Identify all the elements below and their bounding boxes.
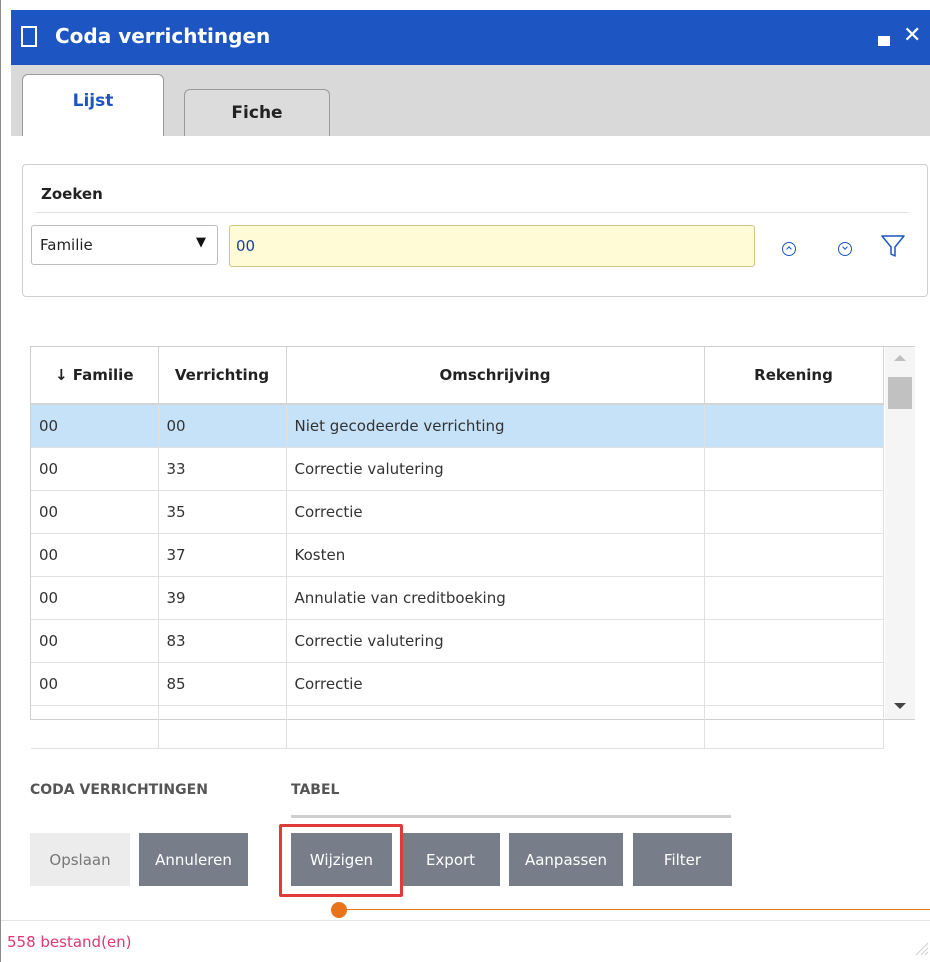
previous-result-icon[interactable] xyxy=(782,242,796,256)
cell-omschrijving: Correctie xyxy=(286,662,705,706)
cell-rekening xyxy=(704,447,884,491)
cell-omschrijving: Kosten xyxy=(286,533,705,577)
search-input[interactable] xyxy=(229,225,755,267)
table-row[interactable]: 00 39 Annulatie van creditboeking xyxy=(31,576,884,620)
cell-verrichting: 83 xyxy=(158,619,287,663)
dropdown-arrow-icon: ▼ xyxy=(196,235,206,250)
cell-verrichting: 35 xyxy=(158,490,287,534)
title-bar: Coda verrichtingen ✕ xyxy=(11,10,930,65)
column-header-familie[interactable]: ↓ Familie xyxy=(31,347,159,405)
tab-lijst[interactable]: Lijst xyxy=(22,74,164,136)
cell-rekening xyxy=(704,404,884,448)
cell-verrichting: 39 xyxy=(158,576,287,620)
save-button[interactable]: Opslaan xyxy=(30,833,130,886)
table-row[interactable]: 00 83 Correctie valutering xyxy=(31,619,884,663)
cell-omschrijving: Niet gecodeerde verrichting xyxy=(286,404,705,448)
search-field-value: Familie xyxy=(40,236,93,254)
coda-verrichtingen-window: Coda verrichtingen ✕ Lijst Fiche Zoeken … xyxy=(0,0,930,962)
vertical-scrollbar[interactable] xyxy=(885,347,915,719)
search-title: Zoeken xyxy=(41,185,103,203)
document-icon xyxy=(21,26,37,47)
search-divider xyxy=(35,212,909,213)
cell-familie: 00 xyxy=(31,662,159,706)
cell-rekening xyxy=(704,490,884,534)
record-count: 558 bestand(en) xyxy=(7,933,132,951)
header-row: ↓ Familie Verrichting Omschrijving Reken… xyxy=(31,347,884,405)
cell-omschrijving: Correctie valutering xyxy=(286,447,705,491)
customize-button[interactable]: Aanpassen xyxy=(509,833,623,886)
pointer-line xyxy=(341,909,930,910)
pointer-dot xyxy=(331,902,347,918)
group-label-coda-verrichtingen: CODA VERRICHTINGEN xyxy=(30,782,208,798)
cell-omschrijving: Correctie valutering xyxy=(286,619,705,663)
data-grid: ↓ Familie Verrichting Omschrijving Reken… xyxy=(30,346,915,749)
filter-icon[interactable] xyxy=(880,233,906,259)
table-row[interactable]: 00 00 Niet gecodeerde verrichting xyxy=(31,404,884,448)
tabel-group-divider xyxy=(291,815,731,818)
cell-familie: 00 xyxy=(31,404,159,448)
table-row[interactable]: 00 33 Correctie valutering xyxy=(31,447,884,491)
cell-verrichting: 33 xyxy=(158,447,287,491)
close-icon[interactable]: ✕ xyxy=(903,23,921,48)
cell-rekening xyxy=(704,619,884,663)
column-header-rekening[interactable]: Rekening xyxy=(704,347,884,405)
column-header-verrichting[interactable]: Verrichting xyxy=(158,347,287,405)
cell-rekening xyxy=(704,662,884,706)
search-panel: Zoeken Familie ▼ xyxy=(22,164,928,297)
edit-button-highlight xyxy=(279,824,403,897)
filter-button[interactable]: Filter xyxy=(633,833,732,886)
scroll-down-arrow-icon[interactable] xyxy=(894,703,906,709)
tab-strip: Lijst Fiche xyxy=(11,65,930,136)
table-row[interactable]: 00 37 Kosten xyxy=(31,533,884,577)
status-divider xyxy=(1,920,930,921)
cell-familie: 00 xyxy=(31,533,159,577)
window-title: Coda verrichtingen xyxy=(55,24,271,48)
table-row-partial xyxy=(31,705,884,749)
cell-rekening xyxy=(704,576,884,620)
search-field-select[interactable]: Familie ▼ xyxy=(31,225,218,265)
resize-grip-icon[interactable] xyxy=(911,938,929,956)
next-result-icon[interactable] xyxy=(838,242,852,256)
cancel-button[interactable]: Annuleren xyxy=(139,833,248,886)
cell-verrichting: 85 xyxy=(158,662,287,706)
cell-rekening xyxy=(704,533,884,577)
cell-familie: 00 xyxy=(31,447,159,491)
cell-omschrijving: Correctie xyxy=(286,490,705,534)
cell-omschrijving: Annulatie van creditboeking xyxy=(286,576,705,620)
scroll-up-arrow-icon[interactable] xyxy=(894,355,906,361)
table-row[interactable]: 00 35 Correctie xyxy=(31,490,884,534)
tab-fiche[interactable]: Fiche xyxy=(184,89,330,136)
table-row[interactable]: 00 85 Correctie xyxy=(31,662,884,706)
maximize-icon[interactable] xyxy=(878,36,890,46)
cell-verrichting: 37 xyxy=(158,533,287,577)
scroll-thumb[interactable] xyxy=(888,377,912,409)
export-button[interactable]: Export xyxy=(401,833,500,886)
cell-verrichting: 00 xyxy=(158,404,287,448)
cell-familie: 00 xyxy=(31,619,159,663)
grid-table: ↓ Familie Verrichting Omschrijving Reken… xyxy=(31,347,884,749)
column-header-omschrijving[interactable]: Omschrijving xyxy=(286,347,705,405)
cell-familie: 00 xyxy=(31,490,159,534)
group-label-tabel: TABEL xyxy=(291,782,340,798)
cell-familie: 00 xyxy=(31,576,159,620)
